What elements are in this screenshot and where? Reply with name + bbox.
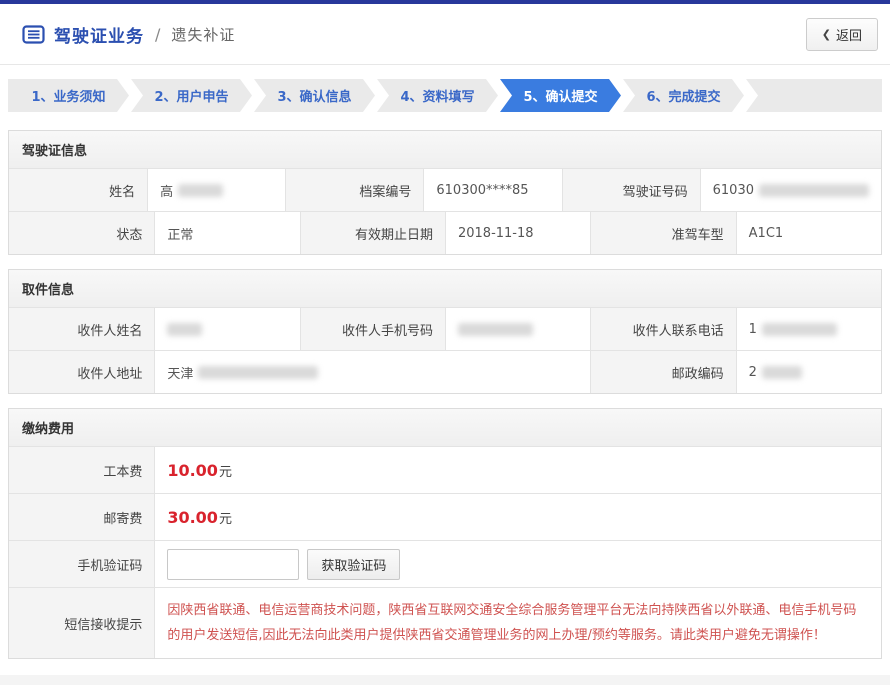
expiry-value: 2018-11-18 xyxy=(445,212,590,254)
name-value-text: 高 xyxy=(160,181,173,200)
license-no-value-text: 61030 xyxy=(713,183,754,198)
postal-code-value-text: 2 xyxy=(749,365,757,380)
redaction-blur xyxy=(762,323,837,336)
table-row: 状态 正常 有效期止日期 2018-11-18 准驾车型 A1C1 xyxy=(9,211,881,254)
get-sms-code-button[interactable]: 获取验证码 xyxy=(307,549,400,580)
back-button[interactable]: ❮ 返回 xyxy=(806,18,878,51)
breadcrumb-current: 遗失补证 xyxy=(171,24,235,45)
file-no-value: 610300****85 xyxy=(423,169,561,211)
postage-fee-unit: 元 xyxy=(219,508,232,527)
fees-section: 缴纳费用 工本费 10.00 元 邮寄费 30.00 元 手机验证码 获取验证码… xyxy=(8,408,882,659)
vehicle-class-value: A1C1 xyxy=(736,212,881,254)
sms-code-label: 手机验证码 xyxy=(9,541,154,587)
expiry-label: 有效期止日期 xyxy=(300,212,445,254)
pickup-info-section: 取件信息 收件人姓名 收件人手机号码 收件人联系电话 1 收件人地址 天津 邮政… xyxy=(8,269,882,394)
sms-code-input[interactable] xyxy=(167,549,299,580)
vehicle-class-label: 准驾车型 xyxy=(590,212,735,254)
license-info-section: 驾驶证信息 姓名 高 档案编号 610300****85 驾驶证号码 61030… xyxy=(8,130,882,255)
back-button-label: 返回 xyxy=(836,25,862,44)
step-6-complete: 6、完成提交 xyxy=(623,79,744,112)
step-3-confirm-info: 3、确认信息 xyxy=(254,79,375,112)
pickup-section-title: 取件信息 xyxy=(9,270,881,307)
postal-code-label: 邮政编码 xyxy=(590,351,735,393)
breadcrumb: 驾驶证业务 / 遗失补证 xyxy=(22,22,235,47)
step-2-declare: 2、用户申告 xyxy=(131,79,252,112)
list-icon xyxy=(22,25,45,44)
status-value: 正常 xyxy=(154,212,299,254)
name-label: 姓名 xyxy=(9,169,147,211)
postage-fee-value: 30.00 元 xyxy=(154,494,881,540)
production-fee-label: 工本费 xyxy=(9,447,154,493)
recipient-name-label: 收件人姓名 xyxy=(9,308,154,350)
table-row: 手机验证码 获取验证码 xyxy=(9,540,881,587)
recipient-mobile-value xyxy=(445,308,590,350)
redaction-blur xyxy=(458,323,533,336)
postal-code-value: 2 xyxy=(736,351,881,393)
redaction-blur xyxy=(198,366,318,379)
recipient-phone-label: 收件人联系电话 xyxy=(590,308,735,350)
page-title: 驾驶证业务 xyxy=(54,22,144,47)
recipient-name-value xyxy=(154,308,299,350)
breadcrumb-separator: / xyxy=(155,25,160,44)
postage-fee-amount: 30.00 xyxy=(167,508,218,527)
chevron-left-icon: ❮ xyxy=(822,28,831,41)
table-row: 短信接收提示 因陕西省联通、电信运营商技术问题，陕西省互联网交通安全综合服务管理… xyxy=(9,587,881,658)
license-no-label: 驾驶证号码 xyxy=(562,169,700,211)
table-row: 姓名 高 档案编号 610300****85 驾驶证号码 61030 xyxy=(9,168,881,211)
table-row: 工本费 10.00 元 xyxy=(9,446,881,493)
sms-code-cell: 获取验证码 xyxy=(154,541,881,587)
step-bar-filler xyxy=(746,79,882,112)
table-row: 收件人姓名 收件人手机号码 收件人联系电话 1 xyxy=(9,307,881,350)
recipient-address-label: 收件人地址 xyxy=(9,351,154,393)
redaction-blur xyxy=(167,323,202,336)
redaction-blur xyxy=(762,366,802,379)
fees-section-title: 缴纳费用 xyxy=(9,409,881,446)
name-value: 高 xyxy=(147,169,285,211)
table-row: 收件人地址 天津 邮政编码 2 xyxy=(9,350,881,393)
recipient-phone-value: 1 xyxy=(736,308,881,350)
redaction-blur xyxy=(178,184,223,197)
postage-fee-label: 邮寄费 xyxy=(9,494,154,540)
page-header: 驾驶证业务 / 遗失补证 ❮ 返回 xyxy=(0,4,890,65)
recipient-address-value-text: 天津 xyxy=(167,363,193,382)
production-fee-amount: 10.00 xyxy=(167,461,218,480)
table-row: 邮寄费 30.00 元 xyxy=(9,493,881,540)
step-4-fill-data: 4、资料填写 xyxy=(377,79,498,112)
redaction-blur xyxy=(759,184,869,197)
recipient-phone-value-text: 1 xyxy=(749,322,757,337)
file-no-label: 档案编号 xyxy=(285,169,423,211)
sms-notice-label: 短信接收提示 xyxy=(9,588,154,658)
production-fee-value: 10.00 元 xyxy=(154,447,881,493)
step-5-confirm-submit: 5、确认提交 xyxy=(500,79,621,112)
recipient-address-value: 天津 xyxy=(154,351,590,393)
production-fee-unit: 元 xyxy=(219,461,232,480)
status-label: 状态 xyxy=(9,212,154,254)
recipient-mobile-label: 收件人手机号码 xyxy=(300,308,445,350)
step-1-notice: 1、业务须知 xyxy=(8,79,129,112)
license-no-value: 61030 xyxy=(700,169,881,211)
license-section-title: 驾驶证信息 xyxy=(9,131,881,168)
step-wizard: 1、业务须知 2、用户申告 3、确认信息 4、资料填写 5、确认提交 6、完成提… xyxy=(8,79,882,112)
sms-notice-message: 因陕西省联通、电信运营商技术问题，陕西省互联网交通安全综合服务管理平台无法向持陕… xyxy=(154,588,881,658)
footer-action-bar: 上一步 完成 xyxy=(0,675,890,685)
